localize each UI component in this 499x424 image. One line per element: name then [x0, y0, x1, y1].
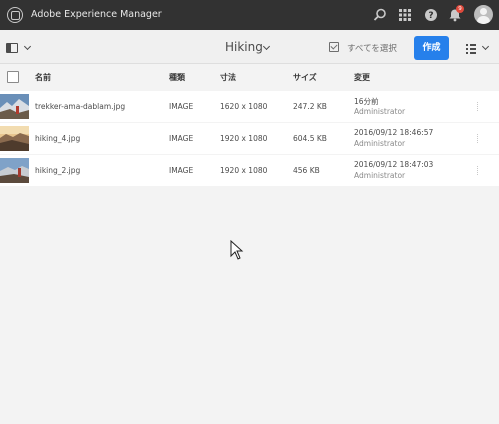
row-name[interactable]: trekker-ama-dablam.jpg: [35, 102, 125, 111]
row-modified-by: Administrator: [354, 171, 406, 180]
row-drag-handle-icon[interactable]: [477, 134, 479, 143]
help-icon[interactable]: ?: [423, 7, 439, 23]
search-icon[interactable]: [372, 7, 388, 23]
row-dimensions: 1920 x 1080: [220, 134, 268, 143]
row-drag-handle-icon[interactable]: [477, 102, 479, 111]
table-row[interactable]: trekker-ama-dablam.jpg IMAGE 1620 x 1080…: [0, 91, 499, 122]
app-title[interactable]: Adobe Experience Manager: [31, 9, 162, 20]
apps-grid-icon[interactable]: [397, 7, 413, 23]
row-name[interactable]: hiking_4.jpg: [35, 134, 80, 143]
rail-toggle-icon[interactable]: [6, 43, 18, 53]
row-size: 604.5 KB: [293, 134, 327, 143]
select-all-checkbox-icon[interactable]: [329, 42, 339, 52]
row-type: IMAGE: [169, 134, 194, 143]
notification-badge[interactable]: 9: [456, 5, 464, 13]
row-modified: 2016/09/12 18:47:03: [354, 160, 434, 169]
header-select-checkbox[interactable]: [7, 71, 19, 83]
column-header-modified[interactable]: 変更: [354, 72, 370, 83]
row-modified-by: Administrator: [354, 107, 406, 116]
column-header-name[interactable]: 名前: [35, 72, 51, 83]
row-size: 456 KB: [293, 166, 320, 175]
row-modified: 16分前: [354, 97, 379, 106]
row-modified-by: Administrator: [354, 139, 406, 148]
row-dimensions: 1620 x 1080: [220, 102, 268, 111]
row-name[interactable]: hiking_2.jpg: [35, 166, 80, 175]
thumbnail-image[interactable]: [0, 126, 29, 151]
table-row[interactable]: hiking_2.jpg IMAGE 1920 x 1080 456 KB 20…: [0, 155, 499, 186]
user-avatar[interactable]: [474, 5, 493, 24]
column-header-size[interactable]: サイズ: [293, 72, 317, 83]
select-all-label[interactable]: すべてを選択: [347, 42, 397, 54]
column-header-type[interactable]: 種類: [169, 72, 185, 83]
folder-title[interactable]: Hiking: [225, 40, 263, 54]
row-modified: 2016/09/12 18:46:57: [354, 128, 434, 137]
svg-text:?: ?: [428, 11, 433, 21]
row-drag-handle-icon[interactable]: [477, 166, 479, 175]
thumbnail-image[interactable]: [0, 158, 29, 183]
chevron-down-icon[interactable]: [481, 42, 490, 51]
shell-header: Adobe Experience Manager ? 9: [0, 0, 499, 30]
aem-logo-icon[interactable]: [7, 7, 23, 23]
create-button[interactable]: 作成: [414, 36, 449, 60]
row-dimensions: 1920 x 1080: [220, 166, 268, 175]
row-type: IMAGE: [169, 102, 194, 111]
table-row[interactable]: hiking_4.jpg IMAGE 1920 x 1080 604.5 KB …: [0, 123, 499, 154]
chevron-down-icon[interactable]: [23, 42, 32, 51]
column-header-dimensions[interactable]: 寸法: [220, 72, 236, 83]
chevron-down-icon[interactable]: [262, 42, 271, 51]
thumbnail-image[interactable]: [0, 94, 29, 119]
action-bar: Hiking すべてを選択 作成: [0, 30, 499, 64]
mouse-cursor-icon: [230, 240, 244, 260]
row-type: IMAGE: [169, 166, 194, 175]
table-header: 名前 種類 寸法 サイズ 変更: [0, 65, 499, 90]
list-view-icon[interactable]: [466, 43, 476, 54]
row-size: 247.2 KB: [293, 102, 327, 111]
